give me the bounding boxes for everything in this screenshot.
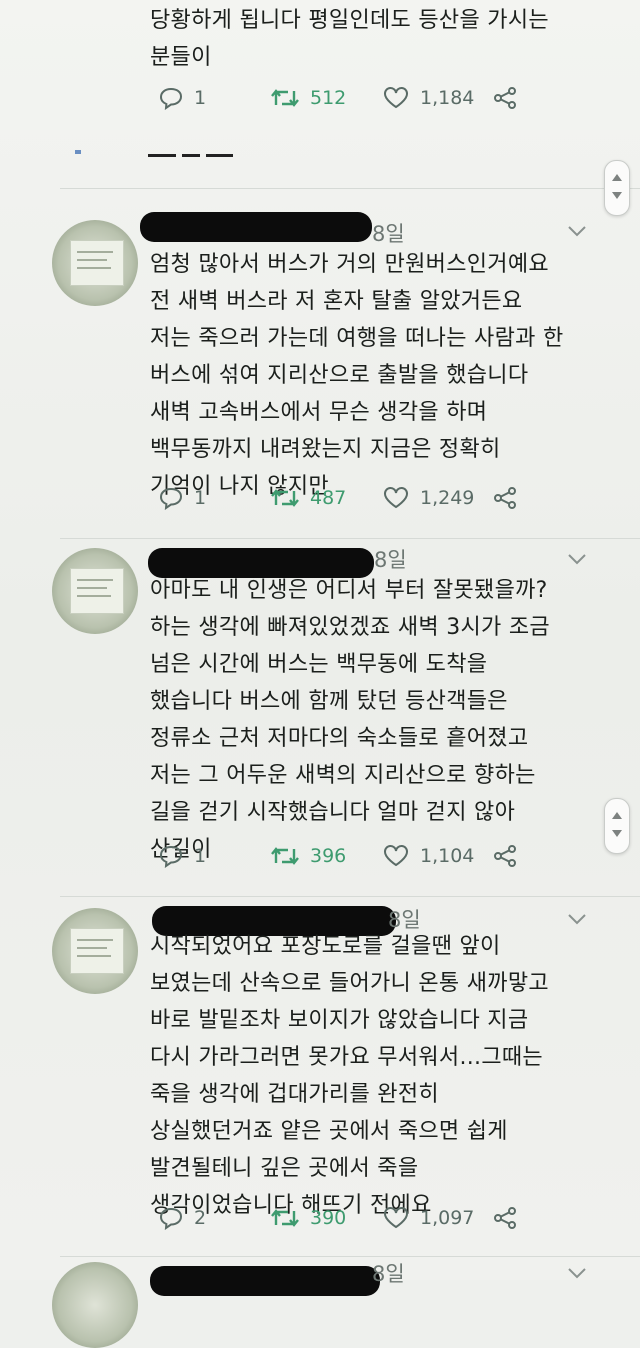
reply-count: 1 xyxy=(194,87,207,109)
chevron-down-icon[interactable] xyxy=(567,224,587,238)
tweet-text: 당황하게 됩니다 평일인데도 등산을 가시는 분들이 xyxy=(150,8,549,70)
tweet-actions: 1 512 1,184 xyxy=(158,82,538,114)
retweet-count: 487 xyxy=(310,487,347,509)
share-button[interactable] xyxy=(492,840,518,872)
avatar[interactable] xyxy=(52,220,138,306)
reply-count: 1 xyxy=(194,487,207,509)
like-count: 1,097 xyxy=(420,1207,475,1229)
timeline: 당황하게 됩니다 평일인데도 등산을 가시는 분들이 1 512 1,184 8… xyxy=(0,0,640,1348)
redacted-username xyxy=(140,212,372,242)
like-count: 1,249 xyxy=(420,487,475,509)
share-icon xyxy=(494,845,516,867)
retweet-icon xyxy=(271,89,299,107)
retweet-button[interactable]: 396 xyxy=(270,840,346,872)
tweet-date: 8일 xyxy=(372,1262,405,1286)
scroll-handle[interactable] xyxy=(604,798,630,854)
heart-icon xyxy=(384,87,408,109)
share-icon xyxy=(494,1207,516,1229)
divider xyxy=(60,538,640,539)
tweet-actions: 2 390 1,097 xyxy=(158,1202,538,1234)
reply-icon xyxy=(159,87,183,110)
heart-icon xyxy=(384,487,408,509)
share-button[interactable] xyxy=(492,482,518,514)
like-button[interactable]: 1,104 xyxy=(382,840,474,872)
reply-icon xyxy=(159,1207,183,1230)
reply-icon xyxy=(159,845,183,868)
chevron-down-icon[interactable] xyxy=(567,552,587,566)
retweet-icon xyxy=(271,1209,299,1227)
chevron-down-icon[interactable] xyxy=(567,1266,587,1280)
avatar[interactable] xyxy=(52,548,138,634)
retweet-count: 390 xyxy=(310,1207,347,1229)
like-button[interactable]: 1,249 xyxy=(382,482,474,514)
reply-button[interactable]: 2 xyxy=(158,1202,206,1234)
reply-count: 2 xyxy=(194,1207,207,1229)
like-count: 1,184 xyxy=(420,87,475,109)
retweet-count: 396 xyxy=(310,845,347,867)
heart-icon xyxy=(384,845,408,867)
chevron-down-icon[interactable] xyxy=(567,912,587,926)
tweet-date: 8일 xyxy=(374,548,407,572)
divider xyxy=(60,1256,640,1257)
thread-line xyxy=(148,150,233,162)
reply-button[interactable]: 1 xyxy=(158,840,206,872)
divider xyxy=(60,896,640,897)
share-icon xyxy=(494,487,516,509)
tweet-text: 시작되었어요 포장도로를 걸을땐 앞이 보였는데 산속으로 들어가니 온통 새까… xyxy=(150,934,549,1218)
reply-icon xyxy=(159,487,183,510)
tweet-date: 8일 xyxy=(372,222,405,246)
reply-count: 1 xyxy=(194,845,207,867)
scroll-handle[interactable] xyxy=(604,160,630,216)
avatar[interactable] xyxy=(52,908,138,994)
redacted-username xyxy=(150,1266,380,1296)
tweet-text: 엄청 많아서 버스가 거의 만원버스인거예요 전 새벽 버스라 저 혼자 탈출 … xyxy=(150,252,564,499)
avatar[interactable] xyxy=(52,1262,138,1348)
retweet-icon xyxy=(271,489,299,507)
divider xyxy=(60,188,640,189)
retweet-icon xyxy=(271,847,299,865)
like-count: 1,104 xyxy=(420,845,475,867)
retweet-button[interactable]: 390 xyxy=(270,1202,346,1234)
like-button[interactable]: 1,097 xyxy=(382,1202,474,1234)
retweet-count: 512 xyxy=(310,87,347,109)
share-button[interactable] xyxy=(492,1202,518,1234)
thread-mark xyxy=(75,150,81,154)
reply-button[interactable]: 1 xyxy=(158,482,206,514)
tweet-text: 아마도 내 인생은 어디서 부터 잘못됐을까? 하는 생각에 빠져있었겠죠 새벽… xyxy=(150,578,550,862)
share-icon xyxy=(494,87,516,109)
like-button[interactable]: 1,184 xyxy=(382,82,474,114)
tweet-actions: 1 396 1,104 xyxy=(158,840,538,872)
reply-button[interactable]: 1 xyxy=(158,82,206,114)
heart-icon xyxy=(384,1207,408,1229)
retweet-button[interactable]: 487 xyxy=(270,482,346,514)
share-button[interactable] xyxy=(492,82,518,114)
retweet-button[interactable]: 512 xyxy=(270,82,346,114)
tweet-actions: 1 487 1,249 xyxy=(158,482,538,514)
